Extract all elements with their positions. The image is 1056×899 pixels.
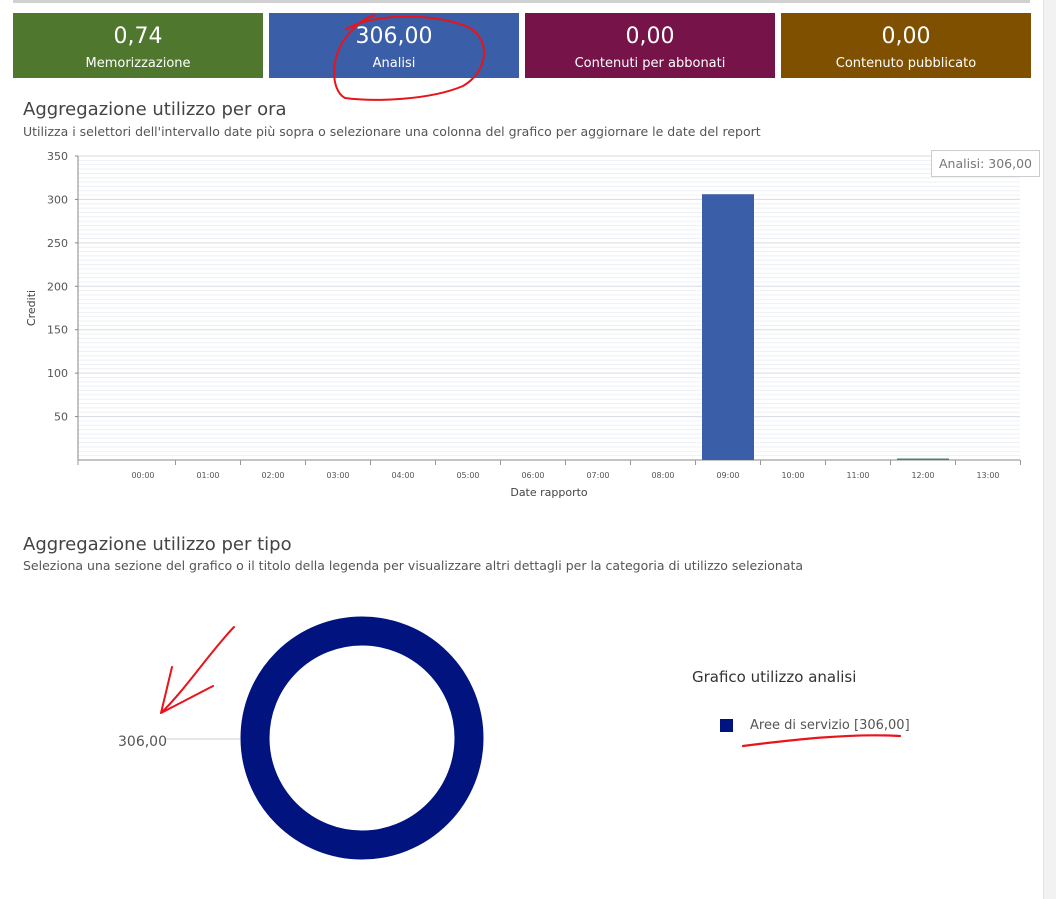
top-divider bbox=[13, 0, 1030, 3]
x-tick-label: 04:00 bbox=[391, 471, 414, 480]
y-tick-label: 200 bbox=[47, 280, 68, 293]
legend-swatch bbox=[720, 719, 733, 732]
x-tick-label: 01:00 bbox=[196, 471, 219, 480]
x-axis-title: Date rapporto bbox=[510, 486, 588, 499]
tile-label: Contenuto pubblicato bbox=[835, 56, 977, 71]
x-tick-label: 10:00 bbox=[781, 471, 804, 480]
y-tick-label: 150 bbox=[47, 324, 68, 337]
x-tick-label: 00:00 bbox=[131, 471, 154, 480]
x-tick-label: 08:00 bbox=[651, 471, 674, 480]
tile-published-content[interactable]: 0,00 Contenuto pubblicato bbox=[781, 13, 1031, 78]
hourly-section-subtitle: Utilizza i selettori dell'intervallo dat… bbox=[23, 124, 761, 139]
y-tick-label: 350 bbox=[47, 150, 68, 163]
bar-09:00[interactable] bbox=[702, 194, 754, 460]
y-tick-label: 250 bbox=[47, 237, 68, 250]
chart-tooltip: Analisi: 306,00 bbox=[931, 150, 1040, 177]
y-tick-label: 300 bbox=[47, 193, 68, 206]
tile-value: 0,00 bbox=[881, 24, 931, 49]
legend-title: Grafico utilizzo analisi bbox=[692, 668, 857, 686]
bar-12:00[interactable] bbox=[897, 458, 949, 461]
tile-subscriber-content[interactable]: 0,00 Contenuti per abbonati bbox=[525, 13, 775, 78]
tile-value: 0,74 bbox=[113, 24, 163, 49]
type-section-title: Aggregazione utilizzo per tipo bbox=[23, 534, 292, 555]
scrollbar-track[interactable] bbox=[1043, 0, 1056, 899]
x-tick-label: 06:00 bbox=[521, 471, 544, 480]
x-tick-label: 05:00 bbox=[456, 471, 479, 480]
x-tick-label: 02:00 bbox=[261, 471, 284, 480]
usage-donut-chart[interactable]: 306,00 bbox=[0, 600, 680, 890]
hourly-bar-chart[interactable]: 50 100 150 200 250 300 350 00:00 01:00 02:00 03:00… bbox=[0, 140, 1040, 510]
tile-label: Analisi bbox=[372, 56, 416, 71]
legend-item-label: Aree di servizio [306,00] bbox=[750, 718, 910, 733]
tile-storage[interactable]: 0,74 Memorizzazione bbox=[13, 13, 263, 78]
legend-item-service-areas[interactable]: Aree di servizio [306,00] bbox=[720, 718, 910, 733]
x-tick-label: 07:00 bbox=[586, 471, 609, 480]
tile-value: 306,00 bbox=[355, 24, 433, 49]
y-tick-label: 50 bbox=[54, 411, 68, 424]
donut-slice-service-areas[interactable] bbox=[240, 616, 484, 860]
x-tick-label: 03:00 bbox=[326, 471, 349, 480]
tile-analysis[interactable]: 306,00 Analisi bbox=[269, 13, 519, 78]
x-tick-label: 13:00 bbox=[976, 471, 999, 480]
hourly-section-title: Aggregazione utilizzo per ora bbox=[23, 99, 287, 120]
donut-value-label: 306,00 bbox=[118, 734, 167, 750]
tile-label: Memorizzazione bbox=[85, 56, 191, 71]
usage-panel: 0,74 Memorizzazione 306,00 Analisi 0,00 … bbox=[0, 0, 1056, 899]
tile-label: Contenuti per abbonati bbox=[574, 56, 726, 71]
type-section-subtitle: Seleziona una sezione del grafico o il t… bbox=[23, 558, 804, 573]
y-tick-label: 100 bbox=[47, 367, 68, 380]
x-tick-label: 12:00 bbox=[911, 471, 934, 480]
x-tick-label: 09:00 bbox=[716, 471, 739, 480]
x-tick-label: 11:00 bbox=[846, 471, 869, 480]
annotation-underline bbox=[741, 734, 902, 748]
y-axis-title: Crediti bbox=[25, 290, 38, 326]
tile-value: 0,00 bbox=[625, 24, 675, 49]
